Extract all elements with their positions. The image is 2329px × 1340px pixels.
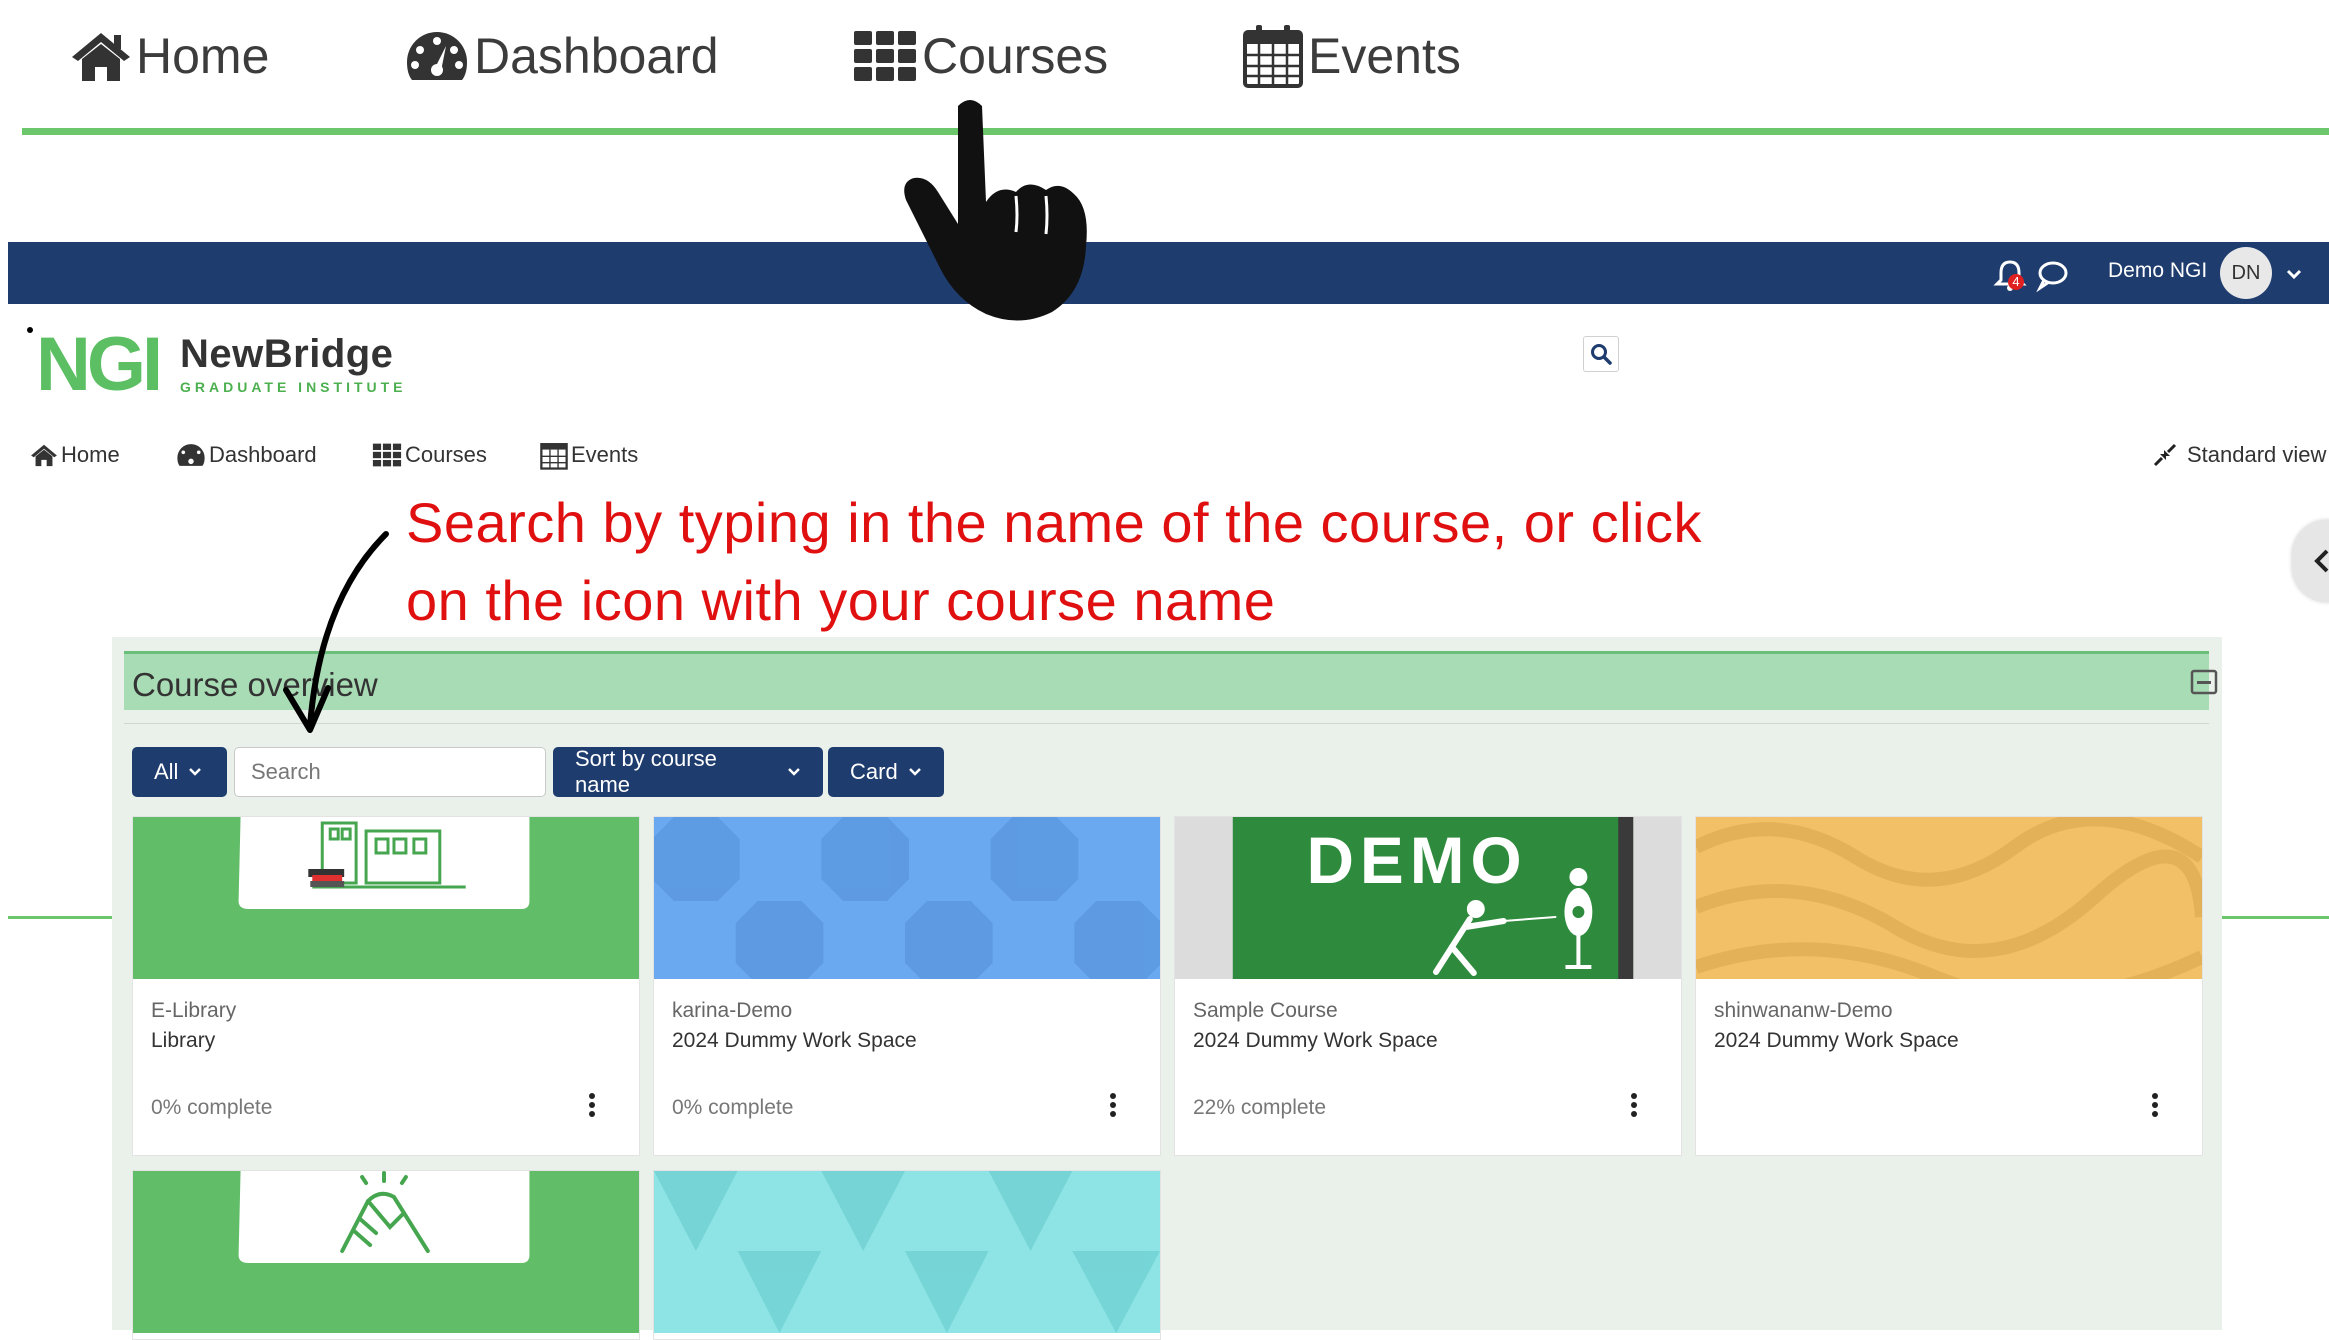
course-overview-header: Course overview — [124, 651, 2218, 710]
zoomed-nav-dashboard-label: Dashboard — [474, 27, 719, 84]
demo-course-image[interactable]: DEMO — [1175, 817, 1681, 979]
blue-pattern-course-image[interactable] — [654, 817, 1160, 979]
zoomed-nav-underline — [22, 128, 2329, 135]
kebab-menu-icon[interactable] — [587, 1091, 597, 1119]
site-top-bar: 4 Demo NGI DN — [8, 242, 2329, 304]
course-card[interactable] — [653, 1170, 1161, 1340]
nav-home-label: Home — [61, 442, 120, 467]
nav-events-label: Events — [571, 442, 639, 467]
logo-name: NewBridge — [180, 332, 394, 376]
course-card[interactable]: DEMO Sample Course 2024 Dummy Work Space… — [1174, 816, 1682, 1156]
kebab-menu-icon[interactable] — [2150, 1091, 2160, 1119]
pointing-hand-icon — [904, 100, 1087, 321]
nav-home[interactable]: Home — [30, 438, 120, 472]
handshake-course-image[interactable] — [133, 1171, 639, 1333]
view-mode-dropdown[interactable]: Card — [828, 747, 944, 797]
calendar-icon — [540, 443, 568, 470]
course-search-input[interactable] — [234, 747, 546, 797]
course-card[interactable]: E-Library Library 0% complete — [132, 816, 640, 1156]
logo-mark-text: NGI — [36, 326, 159, 398]
sand-pattern-course-image[interactable] — [1696, 817, 2202, 979]
chevron-down-icon — [908, 768, 921, 776]
zoomed-nav-courses[interactable]: Courses — [852, 18, 1108, 93]
messages-icon[interactable] — [2035, 258, 2069, 292]
kebab-menu-icon[interactable] — [1108, 1091, 1118, 1119]
collapse-arrows-icon — [2153, 443, 2177, 467]
course-card[interactable]: shinwananw-Demo 2024 Dummy Work Space — [1695, 816, 2203, 1156]
collapse-block-icon[interactable] — [2190, 668, 2218, 696]
instruction-text-line-2: on the icon with your course name — [406, 569, 1276, 632]
course-category: Sample Course — [1193, 999, 1338, 1022]
course-card-body: E-Library Library 0% complete — [133, 979, 639, 1155]
sort-dropdown[interactable]: Sort by course name — [553, 746, 823, 797]
course-name[interactable]: 2024 Dummy Work Space — [672, 1029, 917, 1053]
logo-subtitle: GRADUATE INSTITUTE — [180, 379, 407, 395]
search-icon — [1591, 344, 1612, 365]
notification-count-badge: 4 — [2008, 274, 2024, 290]
course-name[interactable]: 2024 Dummy Work Space — [1714, 1029, 1959, 1053]
course-card[interactable] — [132, 1170, 640, 1340]
calendar-icon — [1243, 24, 1303, 88]
teal-pattern-course-image[interactable] — [654, 1171, 1160, 1333]
library-course-image[interactable] — [133, 817, 639, 979]
dashboard-icon — [177, 444, 205, 466]
standard-view-toggle[interactable]: Standard view — [2152, 438, 2326, 472]
logo-text: NewBridge GRADUATE INSTITUTE — [180, 332, 407, 395]
grid-icon — [854, 30, 916, 81]
nav-dashboard-label: Dashboard — [209, 442, 317, 467]
block-drawer-toggle[interactable] — [2292, 520, 2329, 602]
primary-nav-bar: Home Dashboard Courses Events Standard v… — [0, 434, 2329, 919]
site-logo[interactable]: NGI NewBridge GRADUATE INSTITUTE — [36, 326, 407, 400]
course-card-body: shinwananw-Demo 2024 Dummy Work Space — [1696, 979, 2202, 1155]
sort-label: Sort by course name — [575, 746, 717, 797]
chevron-down-icon — [788, 768, 800, 776]
user-name[interactable]: Demo NGI — [2108, 259, 2207, 283]
filter-all-label: All — [154, 759, 179, 784]
demo-banner-text: DEMO — [1306, 823, 1527, 897]
chevron-down-icon[interactable] — [2284, 264, 2304, 284]
zoomed-nav-events-label: Events — [1308, 27, 1461, 84]
nav-dashboard[interactable]: Dashboard — [176, 438, 317, 472]
course-card-body: karina-Demo 2024 Dummy Work Space 0% com… — [654, 979, 1160, 1155]
dashboard-icon — [407, 31, 467, 80]
chevron-down-icon — [189, 768, 202, 776]
course-progress: 22% complete — [1193, 1096, 1327, 1119]
home-icon — [72, 32, 130, 81]
site-search-button[interactable] — [1583, 336, 1619, 372]
filter-all-dropdown[interactable]: All — [132, 747, 227, 797]
nav-courses-label: Courses — [405, 442, 487, 467]
overview-divider — [124, 723, 2209, 724]
annotation-arrow — [283, 531, 389, 733]
user-avatar[interactable]: DN — [2220, 247, 2272, 299]
course-card[interactable]: karina-Demo 2024 Dummy Work Space 0% com… — [653, 816, 1161, 1156]
instruction-text-line-1: Search by typing in the name of the cour… — [406, 491, 1702, 554]
zoomed-nav-dashboard[interactable]: Dashboard — [404, 18, 719, 93]
standard-view-label: Standard view — [2187, 442, 2327, 467]
grid-icon — [372, 443, 402, 467]
nav-courses[interactable]: Courses — [372, 438, 487, 472]
course-category: E-Library — [151, 999, 237, 1022]
chevron-left-icon — [2314, 549, 2329, 573]
stray-dot — [27, 327, 33, 333]
kebab-menu-icon[interactable] — [1629, 1091, 1639, 1119]
zoomed-nav-home-label: Home — [136, 27, 270, 84]
course-progress: 0% complete — [672, 1096, 794, 1119]
course-card-body: Sample Course 2024 Dummy Work Space 22% … — [1175, 979, 1681, 1155]
view-mode-label: Card — [850, 759, 898, 784]
ngi-logo-mark: NGI — [36, 326, 163, 398]
zoomed-nav-home[interactable]: Home — [70, 18, 269, 93]
home-icon — [31, 444, 57, 467]
course-category: karina-Demo — [672, 999, 793, 1022]
zoomed-nav-courses-label: Courses — [922, 27, 1109, 84]
zoomed-nav-bar: Home Dashboard Courses Events — [0, 0, 2329, 140]
course-progress: 0% complete — [151, 1096, 273, 1119]
course-name[interactable]: Library — [151, 1029, 215, 1053]
nav-events[interactable]: Events — [540, 438, 638, 472]
course-overview-block: Course overview All Sort by course name … — [112, 637, 2222, 1340]
course-category: shinwananw-Demo — [1714, 999, 1893, 1022]
zoomed-nav-events[interactable]: Events — [1242, 18, 1461, 93]
course-name[interactable]: 2024 Dummy Work Space — [1193, 1029, 1438, 1053]
